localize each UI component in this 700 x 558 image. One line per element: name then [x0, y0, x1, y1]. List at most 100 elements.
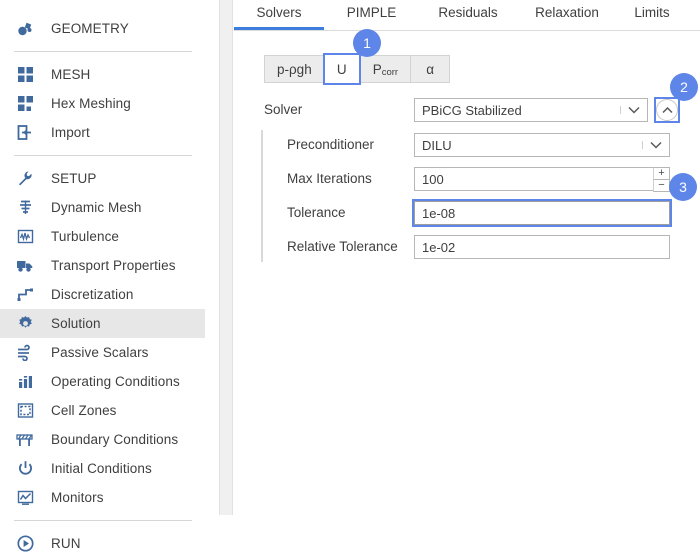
import-icon	[14, 122, 36, 144]
tab-residuals[interactable]: Residuals	[419, 0, 517, 30]
sidebar-item-mesh[interactable]: MESH	[0, 60, 205, 89]
preconditioner-select[interactable]: DILU	[414, 133, 670, 157]
discretization-icon	[14, 284, 36, 306]
tab-relaxation[interactable]: Relaxation	[517, 0, 617, 30]
max-iterations-stepper[interactable]: + −	[653, 167, 670, 192]
subtab-p-corr[interactable]: Pcorr	[359, 55, 411, 83]
sidebar-item-cell-zones[interactable]: Cell Zones	[0, 396, 205, 425]
step-badge-number: 2	[680, 79, 688, 95]
sidebar: GEOMETRY MESH Hex Meshing Import SETUP D…	[0, 0, 219, 552]
play-icon	[14, 533, 36, 555]
sidebar-item-turbulence[interactable]: Turbulence	[0, 222, 205, 251]
sidebar-item-hex-meshing[interactable]: Hex Meshing	[0, 89, 205, 118]
stepper-decrement-button[interactable]: −	[653, 179, 670, 192]
tab-solvers[interactable]: Solvers	[234, 0, 324, 30]
subtab-alpha[interactable]: α	[410, 55, 451, 83]
sidebar-item-run[interactable]: RUN	[0, 529, 205, 558]
preconditioner-value: DILU	[422, 137, 452, 153]
tab-pimple[interactable]: PIMPLE	[324, 0, 419, 30]
subtab-label: U	[336, 61, 347, 77]
sidebar-item-passive-scalars[interactable]: Passive Scalars	[0, 338, 205, 367]
sidebar-group-geometry: GEOMETRY	[0, 0, 219, 43]
step-badge-1: 1	[353, 29, 381, 57]
monitor-chart-icon	[14, 487, 36, 509]
sidebar-item-geometry[interactable]: GEOMETRY	[0, 14, 205, 43]
tab-label: PIMPLE	[346, 5, 397, 20]
sidebar-item-monitors[interactable]: Monitors	[0, 483, 205, 512]
sidebar-item-label: Import	[51, 125, 90, 140]
passive-scalars-icon	[14, 342, 36, 364]
chevron-down-icon	[642, 141, 669, 149]
sidebar-group-mesh: MESH Hex Meshing Import	[0, 60, 219, 147]
subtab-u[interactable]: U	[322, 53, 361, 85]
relative-tolerance-input[interactable]: 1e-02	[414, 235, 670, 259]
tolerance-value: 1e-08	[422, 205, 456, 221]
tab-active-underline	[517, 27, 617, 30]
panel-divider[interactable]	[219, 0, 233, 515]
tab-label: Limits	[634, 5, 670, 20]
sidebar-item-label: Initial Conditions	[51, 461, 152, 476]
sidebar-item-label: RUN	[51, 536, 81, 551]
boundary-conditions-icon	[14, 429, 36, 451]
sidebar-item-solution[interactable]: Solution	[0, 309, 205, 338]
sidebar-item-boundary-conditions[interactable]: Boundary Conditions	[0, 425, 205, 454]
tab-active-underline	[419, 27, 517, 30]
cell-zones-icon	[14, 400, 36, 422]
sidebar-group-setup: SETUP Dynamic Mesh Turbulence Transport …	[0, 164, 219, 512]
max-iterations-value: 100	[422, 171, 444, 187]
sidebar-item-setup[interactable]: SETUP	[0, 164, 205, 193]
solver-value: PBiCG Stabilized	[422, 102, 522, 118]
step-badge-3: 3	[669, 173, 697, 201]
sidebar-item-label: Passive Scalars	[51, 345, 149, 360]
sidebar-item-dynamic-mesh[interactable]: Dynamic Mesh	[0, 193, 205, 222]
relative-tolerance-label: Relative Tolerance	[287, 239, 398, 254]
sidebar-item-discretization[interactable]: Discretization	[0, 280, 205, 309]
chevron-down-icon	[620, 106, 647, 114]
subtab-label: α	[426, 61, 434, 77]
subtab-p-rho-gh[interactable]: p-ρgh	[264, 55, 324, 83]
sidebar-item-label: SETUP	[51, 171, 97, 186]
tab-label: Relaxation	[535, 5, 599, 20]
gear-icon	[14, 313, 36, 335]
tab-label: Residuals	[438, 5, 498, 20]
content-panel: Solvers PIMPLE Residuals Relaxation Limi…	[234, 0, 700, 515]
step-badge-number: 3	[679, 179, 687, 195]
preconditioner-label: Preconditioner	[287, 137, 375, 152]
truck-icon	[14, 255, 36, 277]
geometry-icon	[14, 18, 36, 40]
field-group-indicator	[261, 130, 263, 262]
sidebar-item-label: Boundary Conditions	[51, 432, 179, 447]
sidebar-item-label: MESH	[51, 67, 91, 82]
tolerance-input[interactable]: 1e-08	[412, 199, 672, 227]
tab-active-underline	[617, 27, 687, 30]
sidebar-item-initial-conditions[interactable]: Initial Conditions	[0, 454, 205, 483]
bar-chart-icon	[14, 371, 36, 393]
wrench-icon	[14, 168, 36, 190]
solver-collapse-button[interactable]	[654, 97, 680, 123]
subtab-sublabel: corr	[381, 66, 399, 78]
tab-active-underline	[234, 27, 324, 30]
max-iterations-input[interactable]: 100	[414, 167, 653, 191]
tab-limits[interactable]: Limits	[617, 0, 687, 30]
sidebar-separator-2	[14, 155, 192, 156]
sidebar-item-operating-conditions[interactable]: Operating Conditions	[0, 367, 205, 396]
sidebar-item-label: Hex Meshing	[51, 96, 131, 111]
relative-tolerance-value: 1e-02	[422, 239, 456, 255]
sidebar-group-run: RUN	[0, 529, 219, 558]
sidebar-item-import[interactable]: Import	[0, 118, 205, 147]
turbulence-icon	[14, 226, 36, 248]
stepper-increment-button[interactable]: +	[653, 167, 670, 179]
hex-mesh-icon	[14, 93, 36, 115]
subtab-label: p-ρgh	[277, 61, 312, 77]
solver-label: Solver	[264, 102, 303, 117]
solver-select[interactable]: PBiCG Stabilized	[414, 98, 648, 122]
sidebar-item-label: Monitors	[51, 490, 104, 505]
mesh-grid-icon	[14, 64, 36, 86]
chevron-up-icon	[656, 99, 678, 121]
tab-bar: Solvers PIMPLE Residuals Relaxation Limi…	[234, 0, 700, 31]
sidebar-item-transport-properties[interactable]: Transport Properties	[0, 251, 205, 280]
subtab-label: P	[372, 61, 382, 77]
max-iterations-label: Max Iterations	[287, 171, 372, 186]
application-window: GEOMETRY MESH Hex Meshing Import SETUP D…	[0, 0, 700, 552]
sidebar-item-label: Transport Properties	[51, 258, 176, 273]
